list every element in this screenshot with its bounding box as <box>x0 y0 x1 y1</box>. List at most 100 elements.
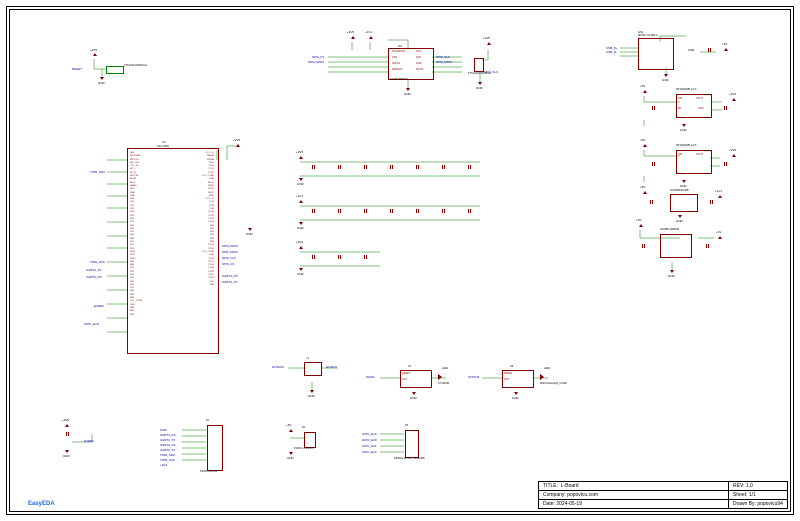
reset-net-label: RESET <box>72 67 82 71</box>
ld1-reset: RESET <box>402 372 410 375</box>
power-rail-icon <box>732 154 736 157</box>
reg2-vout: VOUT <box>696 153 703 156</box>
tb-sheet-value: 1/1 <box>749 492 756 498</box>
gnd-icon <box>664 74 668 77</box>
mcu-pins-right-block: VCC_IOPB0MIIPB1MIITXD1TXD0TXCKTXCKVCC_CO… <box>184 152 214 287</box>
uart3-rx-r: UART3_RX <box>222 274 238 278</box>
ld2-reset: RESET <box>504 372 512 375</box>
ld1-ref: U7 <box>408 365 411 368</box>
power-label: +1V1 <box>296 194 303 198</box>
gnd-icon <box>682 124 686 127</box>
led1-val: KT-0603R <box>438 382 449 385</box>
net-spi-miso: SPI0_MISO <box>308 60 324 64</box>
p3-pin3: GPIO_E21 <box>362 444 377 448</box>
p1-pin3: UART3_TX <box>160 438 175 442</box>
tb-date-label: Date: <box>543 501 555 507</box>
reg1-en: EN <box>678 107 681 110</box>
power-label: +2V5 <box>347 30 354 34</box>
flash-pin-si: SI/IO0 <box>416 68 423 71</box>
gnd-label: GND <box>297 182 304 186</box>
power-rail-icon <box>93 53 97 56</box>
flash-pin-wp: WP#/IO2 <box>392 68 402 71</box>
led2-ref: LED2 <box>544 367 550 370</box>
gnd-label: GND <box>98 81 105 85</box>
gnd-icon <box>289 452 293 455</box>
header-p2 <box>304 432 316 448</box>
decoupling-cap <box>338 165 341 169</box>
decoupling-cap <box>364 255 367 259</box>
evref-label: EVREF <box>94 304 104 308</box>
header-p3 <box>405 430 419 458</box>
p3-pin2: GPIO_E20 <box>362 438 377 442</box>
flash-pin-cs: CS# <box>392 56 397 59</box>
mcu-val: F1C100S <box>157 144 169 148</box>
decoupling-cap <box>338 255 341 259</box>
gnd-label: GND <box>476 86 483 90</box>
gnd-icon <box>299 178 303 181</box>
p1-pin2: UART3_RX <box>160 433 176 437</box>
tb-rev-value: 1.0 <box>746 483 753 489</box>
power-label: +5V <box>286 423 291 427</box>
power-label: +2V5 <box>233 138 240 142</box>
reg1-gnd: GND <box>698 107 704 110</box>
power-label: +3V3 <box>296 240 303 244</box>
gnd-label: GND <box>662 78 669 82</box>
p1-pin8: +3V3 <box>160 463 167 467</box>
xtal-ref: Y1 <box>306 357 309 360</box>
tb-company-label: Company: <box>543 492 566 498</box>
power-rail-icon <box>236 144 240 147</box>
gnd-icon <box>514 392 518 395</box>
decoupling-cap <box>416 209 419 213</box>
power-rail-icon <box>351 36 355 39</box>
decoupling-cap <box>390 165 393 169</box>
p3-val: PZ254V-11-04P_C9691468 <box>394 457 425 460</box>
evref-cap <box>66 432 69 436</box>
p1-val: PZ254V-11-12P <box>200 470 218 473</box>
net-spi-cs: SPI0_CS <box>312 55 324 59</box>
flash-ref: U3 <box>398 44 402 48</box>
reg1-vout: VOUT <box>696 97 703 100</box>
tb-company-value: popovicu.com <box>567 492 598 498</box>
p3-ref: P3 <box>405 424 408 427</box>
twi-sck-label: TWI0_SCK <box>90 260 105 264</box>
p2-val: PZ254-1-02-Z-8.5 <box>294 447 314 450</box>
gnd-icon <box>299 268 303 271</box>
gnd-label: GND <box>668 274 675 278</box>
easyeda-logo: EasyEDA <box>28 501 55 507</box>
tb-title-value: L-Board <box>561 483 579 489</box>
reg1-cout <box>724 106 727 110</box>
p1-pin1: GND <box>160 428 167 432</box>
header-p1 <box>207 425 223 471</box>
p1-pin6: TWI0_SDA <box>160 453 175 457</box>
ld1-out: OUT <box>402 378 407 381</box>
ld2-ref: U8 <box>510 365 513 368</box>
power-label: +2V5 <box>296 150 303 154</box>
gnd-label: GND <box>680 128 687 132</box>
power-rail-icon <box>639 224 643 227</box>
power-label: +1V <box>716 230 721 234</box>
gnd-label: GND <box>410 396 417 400</box>
power-rail-icon <box>643 90 647 93</box>
net-spi-mosi-r: SPI0_MOSI <box>436 60 452 64</box>
decoupling-cap <box>468 209 471 213</box>
gnd-label: GND <box>63 454 70 458</box>
twi-sda-label: TWI0_SDA <box>90 170 105 174</box>
gnd-icon <box>100 77 104 80</box>
uart0-tx-label: UART0_TX <box>86 268 101 272</box>
gnd-icon <box>65 450 69 453</box>
decoupling-cap <box>442 209 445 213</box>
gnd-icon <box>406 88 410 91</box>
decoupling-cap <box>468 165 471 169</box>
reg2-cout <box>724 162 727 166</box>
decoupling-cap <box>312 209 315 213</box>
power-rail-icon <box>299 200 303 203</box>
mcu-pins-left-block: NMIMIC/DATAMIC/CLKMIC_DETVCC_IOHP_LHP_RH… <box>130 152 142 317</box>
p1-pin4: UART0_RX <box>160 443 176 447</box>
usb-val: MICRO-GT2B4-A <box>638 34 658 37</box>
decoupling-cap <box>390 209 393 213</box>
power-rail-icon <box>299 156 303 159</box>
spi-miso-r: SPI0_MISO <box>222 250 238 254</box>
led-icon <box>540 374 544 380</box>
flash-pin-so: SO/IO1 <box>392 62 400 65</box>
usb-cap <box>708 48 711 52</box>
